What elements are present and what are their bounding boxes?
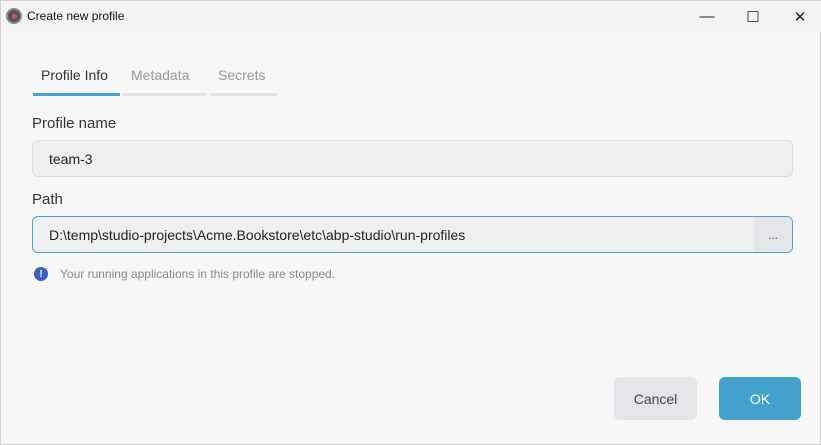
profile-name-input[interactable]: team-3 xyxy=(32,140,793,177)
profile-name-value: team-3 xyxy=(49,150,93,167)
window-title: Create new profile xyxy=(27,9,125,23)
browse-button[interactable]: ... xyxy=(754,217,792,252)
maximize-button[interactable]: ☐ xyxy=(730,1,776,32)
ok-button[interactable]: OK xyxy=(719,377,801,420)
path-input[interactable]: D:\temp\studio-projects\Acme.Bookstore\e… xyxy=(32,216,793,253)
minimize-button[interactable]: — xyxy=(684,1,730,32)
info-icon: ! xyxy=(34,267,48,281)
app-logo-icon xyxy=(6,8,22,24)
path-value: D:\temp\studio-projects\Acme.Bookstore\e… xyxy=(49,226,466,243)
tab-profile-info[interactable]: Profile Info xyxy=(33,65,120,96)
tab-bar: Profile Info Metadata Secrets xyxy=(33,65,277,96)
close-button[interactable]: ✕ xyxy=(777,1,821,32)
info-message: ! Your running applications in this prof… xyxy=(34,267,335,281)
info-text: Your running applications in this profil… xyxy=(60,267,336,281)
cancel-button[interactable]: Cancel xyxy=(614,377,697,420)
tab-secrets[interactable]: Secrets xyxy=(210,65,277,96)
path-label: Path xyxy=(32,191,63,208)
profile-name-label: Profile name xyxy=(32,115,117,132)
title-bar: Create new profile — ☐ ✕ xyxy=(1,1,821,32)
tab-metadata[interactable]: Metadata xyxy=(123,65,207,96)
